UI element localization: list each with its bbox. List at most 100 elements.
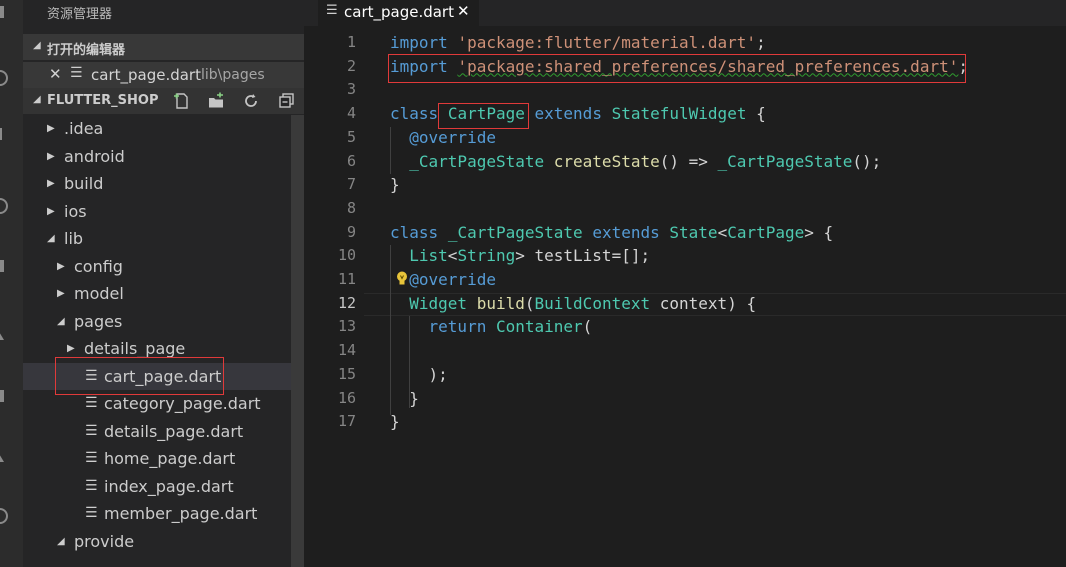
open-editor-item[interactable]: ✕ ☰ cart_page.dart lib\pages	[23, 62, 304, 88]
refresh-icon[interactable]	[242, 92, 260, 110]
code-token: CartPage	[727, 222, 805, 242]
tree-folder-item[interactable]: ▶ android	[23, 143, 291, 170]
chevron-down-icon[interactable]: ◢	[57, 536, 65, 547]
line-number: 8	[346, 198, 356, 217]
flutter-icon[interactable]	[0, 330, 4, 340]
code-token: createState	[553, 151, 660, 171]
tree-folder-item[interactable]: ▶ ios	[23, 198, 291, 225]
code-token: String	[457, 246, 516, 266]
file-icon: ☰	[326, 3, 338, 18]
explorer-icon[interactable]	[0, 6, 4, 18]
search-icon[interactable]	[0, 70, 8, 86]
close-icon[interactable]: ✕	[457, 2, 470, 20]
sidebar-scrollbar[interactable]	[291, 115, 304, 567]
code-token: return	[428, 317, 487, 337]
collapse-all-icon[interactable]	[278, 92, 296, 110]
chevron-right-icon[interactable]: ▶	[67, 343, 75, 354]
chevron-down-icon[interactable]: ◢	[47, 233, 55, 244]
tree-folder-item[interactable]: ▶ build	[23, 170, 291, 197]
tree-file-item[interactable]: ☰ home_page.dart	[23, 445, 291, 472]
open-editors-label: 打开的编辑器	[47, 43, 126, 58]
code-line: _CartPageState createState() => _CartPag…	[390, 152, 881, 175]
run-icon[interactable]	[0, 452, 4, 462]
chevron-right-icon[interactable]: ▶	[57, 261, 65, 272]
code-token: List	[409, 246, 448, 266]
code-token: extends	[534, 104, 602, 124]
line-number: 14	[337, 341, 356, 360]
tree-item-label: index_page.dart	[104, 476, 234, 496]
code-line: return Container(	[390, 317, 593, 340]
file-icon: ☰	[70, 65, 83, 81]
line-number: 2	[346, 56, 356, 75]
tree-file-item[interactable]: ☰ cart_page.dart	[23, 362, 291, 390]
close-icon[interactable]: ✕	[49, 65, 62, 83]
code-token: class	[390, 104, 439, 124]
code-token: () =>	[659, 151, 718, 171]
tree-folder-item[interactable]: ◢ lib	[23, 225, 291, 252]
chevron-down-icon[interactable]: ◢	[57, 316, 65, 327]
debug-icon[interactable]	[0, 198, 8, 214]
tree-folder-item[interactable]: ▶ model	[23, 280, 291, 307]
lightbulb-icon[interactable]	[396, 271, 408, 286]
code-token: ();	[852, 151, 882, 171]
tree-file-item[interactable]: ☰ member_page.dart	[23, 500, 291, 527]
tree-folder-item[interactable]: ▶ .idea	[23, 115, 291, 142]
tree-item-label: .idea	[64, 119, 104, 138]
tree-folder-item[interactable]: ▶ config	[23, 253, 291, 280]
tree-item-label: build	[64, 174, 104, 193]
code-token: (	[582, 317, 593, 337]
tree-file-item[interactable]: ☰ index_page.dart	[23, 473, 291, 500]
tree-item-label: details_page	[84, 339, 186, 358]
code-line: }	[390, 175, 400, 198]
explorer-sidebar: 资源管理器 ◢ 打开的编辑器 ✕ ☰ cart_page.dart lib\pa…	[23, 0, 304, 567]
code-token: import	[390, 33, 448, 52]
chevron-right-icon[interactable]: ▶	[57, 288, 65, 299]
line-number: 17	[337, 412, 356, 431]
code-line: import 'package:flutter/material.dart';	[390, 33, 766, 56]
open-editors-header[interactable]: ◢ 打开的编辑器	[23, 34, 304, 60]
code-token: }	[390, 388, 419, 408]
tree-folder-item[interactable]: ◢ provide	[23, 528, 291, 555]
code-line: }	[390, 389, 419, 412]
line-number: 5	[346, 127, 356, 146]
code-line: List<String> testList=[];	[390, 246, 650, 269]
code-line: }	[390, 412, 400, 435]
code-token: ;	[756, 33, 766, 52]
code-token: CartPage	[447, 104, 525, 124]
tree-file-item[interactable]: ☰ details_page.dart	[23, 418, 291, 445]
tree-folder-item[interactable]: ◢ pages	[23, 308, 291, 335]
chevron-right-icon[interactable]: ▶	[47, 123, 55, 134]
code-line: class _CartPageState extends State<CartP…	[390, 223, 833, 246]
chevron-right-icon[interactable]: ▶	[47, 206, 55, 217]
code-token: (	[524, 293, 535, 313]
extensions-icon[interactable]	[0, 260, 4, 272]
code-token: Container	[495, 317, 583, 337]
tree-item-label: member_page.dart	[104, 504, 258, 523]
new-file-icon[interactable]	[173, 92, 191, 110]
code-editor[interactable]: ☰ cart_page.dart ✕ 1 2 3 4 5 6 7 8 9 10 11 12 13 14 15…	[304, 0, 1066, 567]
source-control-icon[interactable]	[0, 128, 2, 140]
code-line: );	[390, 365, 448, 388]
code-token: 'package:shared_preferences/shared_prefe…	[457, 56, 959, 76]
tree-file-item[interactable]: ☰ category_page.dart	[23, 390, 291, 417]
devices-icon[interactable]	[0, 390, 4, 402]
tab-cart-page[interactable]: ☰ cart_page.dart ✕	[318, 0, 479, 26]
chevron-right-icon[interactable]: ▶	[47, 178, 55, 189]
new-folder-icon[interactable]	[207, 92, 225, 110]
code-token: Widget	[409, 293, 468, 313]
tree-folder-item[interactable]: ▶ details_page	[23, 335, 291, 362]
chevron-right-icon[interactable]: ▶	[47, 151, 55, 162]
activity-bar	[0, 0, 23, 567]
account-icon[interactable]	[0, 508, 8, 524]
project-header[interactable]: ◢ FLUTTER_SHOP	[23, 88, 304, 114]
code-line: @override	[390, 128, 496, 151]
